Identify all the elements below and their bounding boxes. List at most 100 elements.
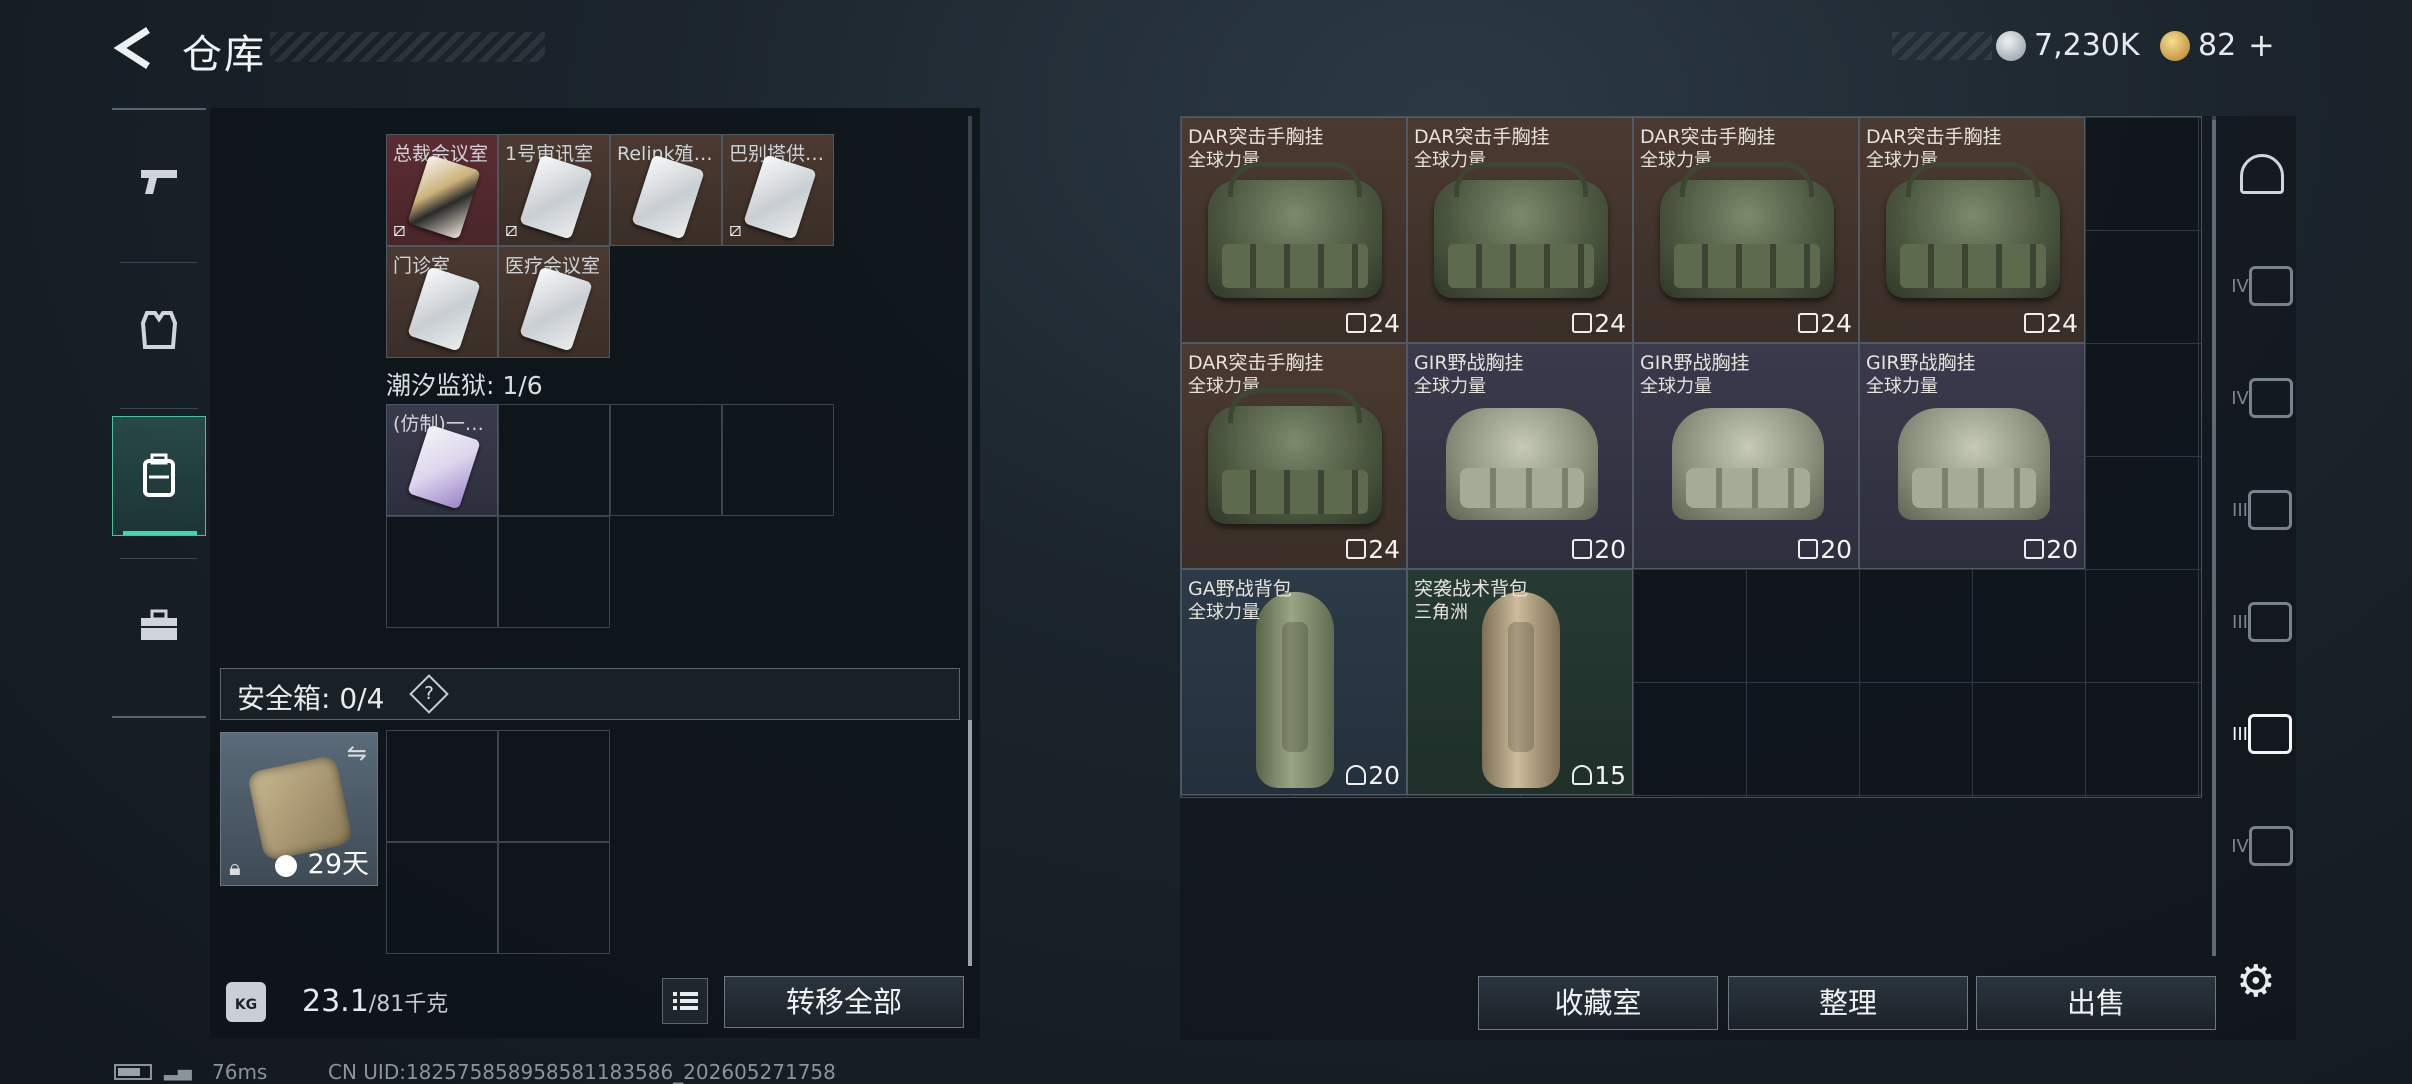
- weight-max: /81千克: [368, 992, 449, 1017]
- backpack-image: [1482, 592, 1560, 788]
- storage-page-tab[interactable]: IV: [2222, 238, 2302, 334]
- storage-page-tab[interactable]: IV: [2222, 798, 2302, 894]
- storage-item[interactable]: DAR突击手胸挂 全球力量 24: [1859, 117, 2085, 343]
- item-capacity: 24: [1368, 535, 1400, 564]
- keycard-icon: [407, 266, 481, 352]
- chest-rig-image: [1672, 408, 1824, 520]
- storage-tier4-icon: [2248, 266, 2293, 306]
- storage-page-tab[interactable]: IV: [2222, 350, 2302, 446]
- capacity-icon: [2024, 539, 2044, 559]
- weight-current: 23.1: [302, 984, 369, 1019]
- bound-icon: ⧄: [505, 217, 518, 241]
- storage-add-icon: [2248, 826, 2293, 866]
- storage-page-tab[interactable]: III: [2222, 574, 2302, 670]
- empty-slot[interactable]: [610, 404, 722, 516]
- bound-icon: ⧄: [393, 217, 406, 241]
- add-currency-button[interactable]: +: [2248, 26, 2275, 64]
- storage-page-tab[interactable]: [2222, 126, 2302, 222]
- tab-divider: [120, 408, 198, 409]
- currency-decoration: [1892, 32, 1992, 60]
- section-label: 潮汐监狱: 1/6: [386, 371, 543, 400]
- list-view-button[interactable]: [662, 978, 708, 1024]
- helmet-icon: [2240, 154, 2284, 194]
- keycard-icon: [519, 154, 593, 240]
- capacity-icon: [2024, 313, 2044, 333]
- capacity-icon: [1798, 539, 1818, 559]
- item-capacity: 20: [1820, 535, 1852, 564]
- storage-tier3-locked-icon: [2247, 714, 2292, 754]
- empty-slot[interactable]: [498, 730, 610, 842]
- key-item[interactable]: 巴别塔供… ⧄: [722, 134, 834, 246]
- bound-icon: ⧄: [729, 217, 742, 241]
- storage-tier3-icon: [2247, 602, 2292, 642]
- empty-slot[interactable]: [498, 842, 610, 954]
- chest-rig-image: [1898, 408, 2050, 520]
- scrollbar-thumb[interactable]: [968, 720, 972, 966]
- key-item[interactable]: Relink殖…: [610, 134, 722, 246]
- capacity-icon: [1346, 313, 1366, 333]
- tier-label: III: [2232, 499, 2248, 521]
- settings-gear-icon[interactable]: ⚙: [2236, 956, 2275, 1007]
- item-name: 突袭战术背包: [1414, 578, 1529, 600]
- safe-box-item[interactable]: ⇋ 🔒︎ 29天: [220, 732, 378, 886]
- storage-item[interactable]: GIR野战胸挂 全球力量 20: [1407, 343, 1633, 569]
- chest-rig-image: [1446, 408, 1598, 520]
- tier-label: IV: [2231, 275, 2249, 297]
- help-icon[interactable]: ?: [409, 674, 449, 714]
- gold-amount: 82: [2198, 28, 2237, 63]
- item-capacity: 20: [2046, 535, 2078, 564]
- backpack-icon: [143, 453, 175, 497]
- gold-coin-icon: [2160, 31, 2190, 61]
- key-item[interactable]: (仿制)一…: [386, 404, 498, 516]
- storage-page-tabs: IV IV III III III IV: [2212, 116, 2302, 956]
- item-capacity: 20: [1368, 761, 1400, 790]
- item-name: DAR突击手胸挂: [1188, 352, 1324, 374]
- key-item[interactable]: 1号审讯室 ⧄: [498, 134, 610, 246]
- empty-slot[interactable]: [386, 730, 498, 842]
- item-name: DAR突击手胸挂: [1640, 126, 1776, 148]
- empty-slot[interactable]: [386, 516, 498, 628]
- empty-slot[interactable]: [498, 516, 610, 628]
- storage-item[interactable]: GIR野战胸挂 全球力量 20: [1859, 343, 2085, 569]
- storage-item[interactable]: DAR突击手胸挂 全球力量 24: [1181, 117, 1407, 343]
- tab-weapons[interactable]: [112, 120, 206, 240]
- tab-divider: [120, 262, 198, 263]
- sort-button[interactable]: 整理: [1728, 976, 1968, 1030]
- tab-bags[interactable]: [112, 416, 206, 536]
- prison-grid: (仿制)一…: [386, 404, 838, 632]
- storage-item[interactable]: GIR野战胸挂 全球力量 20: [1633, 343, 1859, 569]
- storage-item[interactable]: 突袭战术背包 三角洲 15: [1407, 569, 1633, 795]
- chest-rig-image: [1208, 162, 1382, 298]
- tab-armor[interactable]: [112, 270, 206, 390]
- list-icon: [673, 992, 698, 1010]
- back-button[interactable]: [112, 24, 156, 72]
- key-item[interactable]: 医疗会议室: [498, 246, 610, 358]
- key-item[interactable]: 总裁会议室 ⧄: [386, 134, 498, 246]
- storage-item[interactable]: DAR突击手胸挂 全球力量 24: [1181, 343, 1407, 569]
- user-id: CN UID:1825758589585811835​86_2026052717…: [328, 1060, 836, 1084]
- chest-rig-image: [1886, 162, 2060, 298]
- item-capacity: 24: [1368, 309, 1400, 338]
- tier-label: IV: [2231, 835, 2249, 857]
- tab-tools[interactable]: [112, 566, 206, 686]
- silver-coin-icon: [1996, 31, 2026, 61]
- empty-slot[interactable]: [498, 404, 610, 516]
- empty-slot[interactable]: [722, 404, 834, 516]
- key-item[interactable]: 门诊室: [386, 246, 498, 358]
- storage-page-tab-active[interactable]: III: [2222, 686, 2302, 782]
- currency-bar: 7,230K 82 +: [1892, 26, 2312, 66]
- help-text: ?: [424, 683, 434, 704]
- collection-room-button[interactable]: 收藏室: [1478, 976, 1718, 1030]
- item-name: GIR野战胸挂: [1414, 352, 1524, 374]
- item-capacity: 24: [1594, 309, 1626, 338]
- keys-grid: 总裁会议室 ⧄ 1号审讯室 ⧄ Relink殖… 巴别塔供… ⧄ 门诊室 医疗会…: [386, 134, 838, 362]
- transfer-all-button[interactable]: 转移全部: [724, 976, 964, 1028]
- swap-icon[interactable]: ⇋: [347, 739, 367, 767]
- storage-item[interactable]: DAR突击手胸挂 全球力量 24: [1407, 117, 1633, 343]
- storage-item[interactable]: GA野战背包 全球力量 20: [1181, 569, 1407, 795]
- storage-page-tab[interactable]: III: [2222, 462, 2302, 558]
- empty-slot[interactable]: [386, 842, 498, 954]
- lock-icon: 🔒︎: [229, 856, 241, 881]
- sell-button[interactable]: 出售: [1976, 976, 2216, 1030]
- storage-item[interactable]: DAR突击手胸挂 全球力量 24: [1633, 117, 1859, 343]
